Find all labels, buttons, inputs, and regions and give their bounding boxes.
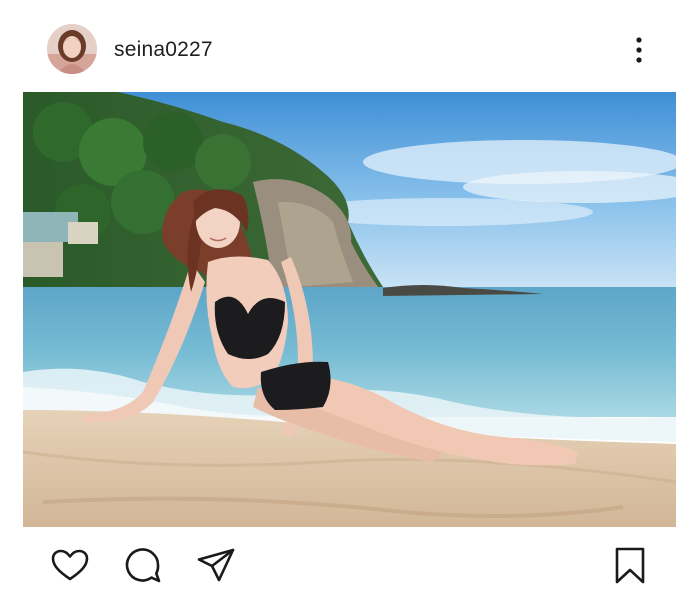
comment-icon[interactable] [123,546,163,586]
post-photo[interactable] [23,92,676,527]
heart-icon[interactable] [50,546,90,586]
post-action-bar [0,530,700,600]
more-options-icon[interactable] [626,34,652,66]
avatar[interactable] [47,24,97,74]
post-header: seina0227 [0,0,700,92]
send-icon[interactable] [196,546,236,586]
username[interactable]: seina0227 [114,38,213,62]
instagram-post: seina0227 [0,0,700,600]
bookmark-icon[interactable] [610,546,650,586]
